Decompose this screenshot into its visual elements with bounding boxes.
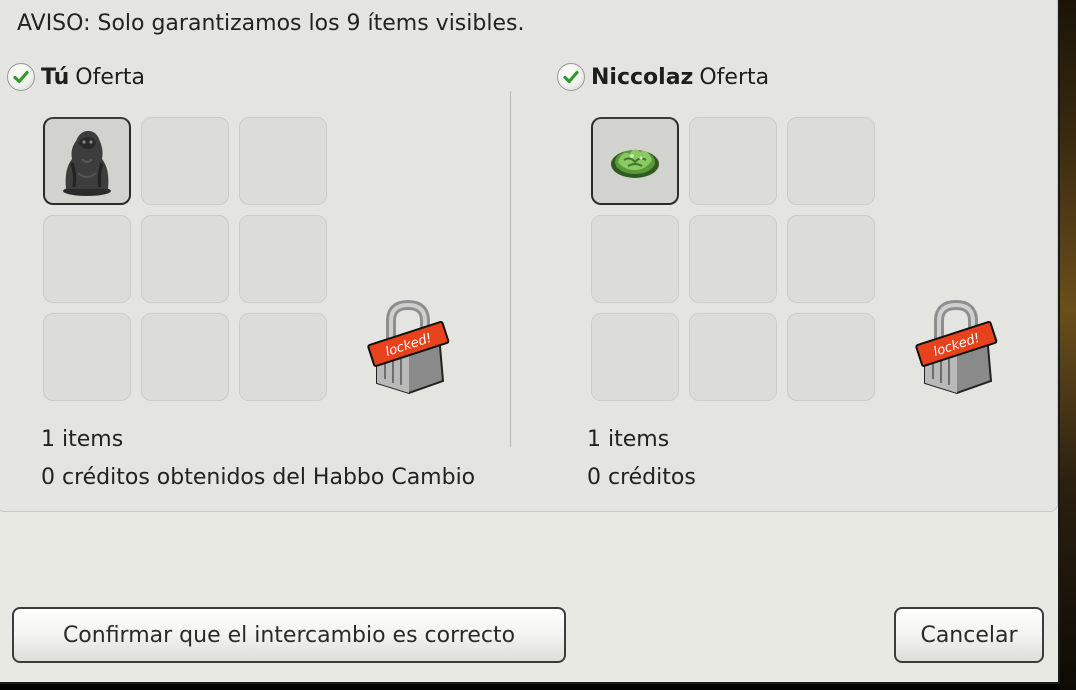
left-offer-header: Tú Oferta	[7, 61, 145, 93]
item-slot[interactable]	[43, 215, 131, 303]
item-slot[interactable]	[591, 215, 679, 303]
item-slot[interactable]	[141, 215, 229, 303]
item-slot[interactable]	[591, 117, 679, 205]
right-items-count: 1 items	[587, 427, 670, 452]
notice-text: AVISO: Solo garantizamos los 9 ítems vis…	[17, 11, 525, 36]
item-slot[interactable]	[141, 313, 229, 401]
locked-padlock-icon: locked!	[911, 295, 1001, 395]
background-strip	[1060, 0, 1076, 690]
item-slot[interactable]	[141, 117, 229, 205]
confirm-trade-button[interactable]: Confirmar que el intercambio es correcto	[12, 607, 566, 663]
item-slot[interactable]	[787, 117, 875, 205]
left-offer-suffix: Oferta	[75, 64, 146, 90]
accepted-check-icon	[557, 63, 585, 91]
offer-divider	[510, 91, 511, 447]
item-slot[interactable]	[689, 313, 777, 401]
accepted-check-icon	[7, 63, 35, 91]
right-offer-owner: Niccolaz	[591, 64, 694, 90]
left-items-count: 1 items	[41, 427, 124, 452]
item-slot[interactable]	[43, 117, 131, 205]
right-offer-header: Niccolaz Oferta	[557, 61, 769, 93]
left-credits: 0 créditos obtenidos del Habbo Cambio	[41, 465, 476, 490]
cabbage-plant-icon	[611, 149, 659, 178]
right-credits: 0 créditos	[587, 465, 696, 490]
item-slot[interactable]	[239, 117, 327, 205]
right-item-grid	[591, 117, 875, 401]
left-offer-owner: Tú	[41, 64, 70, 90]
locked-padlock-icon: locked!	[363, 295, 453, 395]
gorilla-statue-icon	[63, 131, 111, 196]
cancel-button[interactable]: Cancelar	[894, 607, 1044, 663]
right-offer-suffix: Oferta	[699, 64, 770, 90]
item-slot[interactable]	[239, 215, 327, 303]
trade-panel: AVISO: Solo garantizamos los 9 ítems vis…	[0, 0, 1058, 512]
item-slot[interactable]	[591, 313, 679, 401]
left-item-grid	[43, 117, 327, 401]
item-slot[interactable]	[689, 117, 777, 205]
trade-window: AVISO: Solo garantizamos los 9 ítems vis…	[0, 0, 1060, 684]
item-slot[interactable]	[689, 215, 777, 303]
item-slot[interactable]	[787, 313, 875, 401]
item-slot[interactable]	[43, 313, 131, 401]
item-slot[interactable]	[239, 313, 327, 401]
item-slot[interactable]	[787, 215, 875, 303]
